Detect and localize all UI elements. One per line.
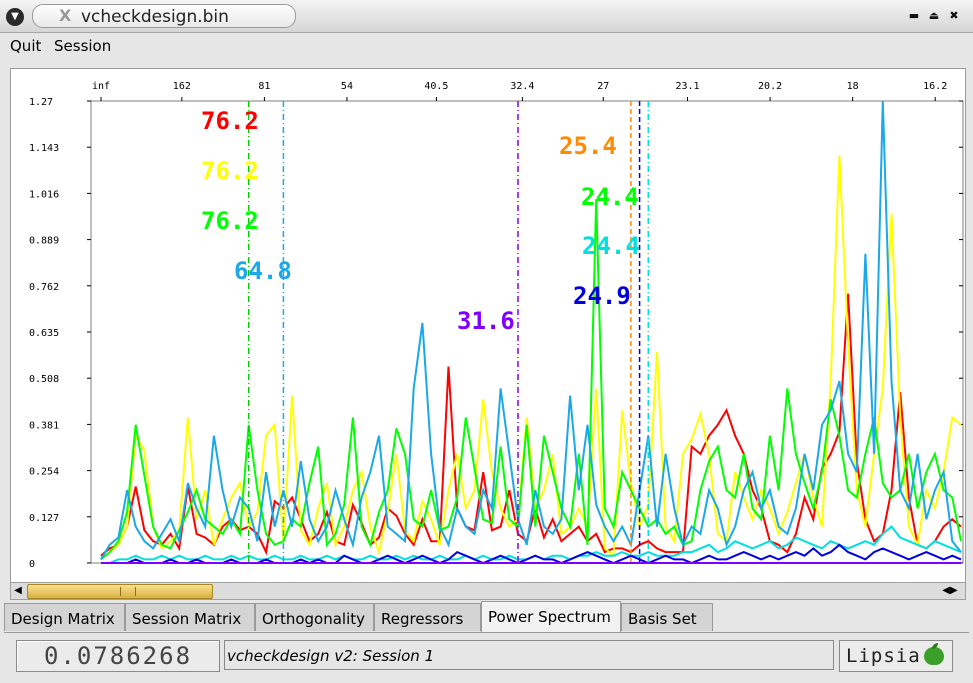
y-tick-label: 0.508: [29, 374, 59, 385]
logo-text: Lipsia: [846, 645, 921, 667]
x-tick-label: 32.4: [510, 81, 534, 92]
title-bar: ▼ X vcheckdesign.bin ▬ ⏏ ✖: [0, 0, 973, 33]
tab-session-matrix[interactable]: Session Matrix: [125, 603, 255, 631]
tab-basis-set[interactable]: Basis Set: [621, 603, 713, 631]
status-message: vcheckdesign v2: Session 1: [224, 640, 834, 670]
peak-label: 24.4: [582, 232, 640, 260]
x-tick-label: 81: [258, 81, 270, 92]
y-tick-label: 0.381: [29, 420, 59, 431]
apple-icon: [924, 647, 944, 665]
series-line: [101, 543, 962, 565]
peak-label: 64.8: [234, 257, 292, 285]
y-tick-label: 1.27: [29, 97, 53, 108]
peak-label: 24.9: [573, 282, 631, 310]
value-display: 0.0786268: [16, 640, 220, 672]
title-pill: X vcheckdesign.bin: [32, 4, 296, 28]
peak-label: 76.2: [201, 207, 259, 235]
window-title: vcheckdesign.bin: [81, 7, 229, 27]
x-tick-label: 20.2: [758, 81, 782, 92]
x-tick-label: 40.5: [424, 81, 448, 92]
power-spectrum-plot: 1.27 1.143 1.016 0.889 0.762 0.635 0.508 0.381 0…: [10, 68, 966, 583]
close-icon[interactable]: ✖: [946, 8, 962, 24]
y-tick-label: 0.762: [29, 282, 59, 293]
horizontal-scrollbar[interactable]: ◀ ◀▶: [10, 582, 966, 600]
y-tick-label: 0.127: [29, 513, 59, 524]
scroll-grip-icon: [120, 587, 136, 596]
y-tick-label: 1.143: [29, 143, 59, 154]
x-tick-label: 23.1: [675, 81, 699, 92]
y-tick-label: 0.254: [29, 467, 59, 478]
window-menu-icon[interactable]: ▼: [6, 8, 24, 26]
chart-svg: 1.27 1.143 1.016 0.889 0.762 0.635 0.508 0.381 0…: [29, 81, 964, 570]
y-tick-label: 0.635: [29, 328, 59, 339]
minimize-icon[interactable]: ▬: [906, 8, 922, 24]
y-tick-label: 0.889: [29, 236, 59, 247]
tab-orthogonality[interactable]: Orthogonality: [255, 603, 374, 631]
x-app-icon: X: [59, 6, 72, 25]
menu-bar: Quit Session: [0, 33, 973, 59]
x-tick-label: 27: [597, 81, 609, 92]
scroll-thumb[interactable]: [27, 584, 213, 599]
x-tick-label: 18: [847, 81, 859, 92]
y-tick-label: 0: [29, 559, 35, 570]
y-tick-label: 1.016: [29, 189, 59, 200]
x-tick-label: 16.2: [923, 81, 947, 92]
tab-divider: [4, 632, 969, 633]
peak-label: 24.4: [581, 183, 639, 211]
peak-label: 76.2: [201, 107, 259, 135]
x-tick-label: 54: [341, 81, 353, 92]
series-line: [100, 199, 962, 561]
x-tick-label: 162: [173, 81, 191, 92]
peak-label: 31.6: [457, 307, 515, 335]
lipsia-logo: Lipsia: [839, 640, 953, 672]
maximize-icon[interactable]: ⏏: [926, 8, 942, 24]
tab-regressors[interactable]: Regressors: [374, 603, 481, 631]
peak-label: 25.4: [559, 132, 617, 160]
tab-design-matrix[interactable]: Design Matrix: [4, 603, 125, 631]
scroll-right-icon[interactable]: ◀▶: [935, 583, 965, 599]
tab-power-spectrum[interactable]: Power Spectrum: [481, 601, 621, 632]
peak-label: 76.2: [201, 157, 259, 185]
menu-session[interactable]: Session: [54, 37, 111, 55]
menu-quit[interactable]: Quit: [10, 37, 41, 55]
status-bar: 0.0786268 vcheckdesign v2: Session 1 Lip…: [0, 636, 973, 683]
x-tick-label: inf: [92, 81, 110, 92]
scroll-left-icon[interactable]: ◀: [11, 583, 25, 599]
